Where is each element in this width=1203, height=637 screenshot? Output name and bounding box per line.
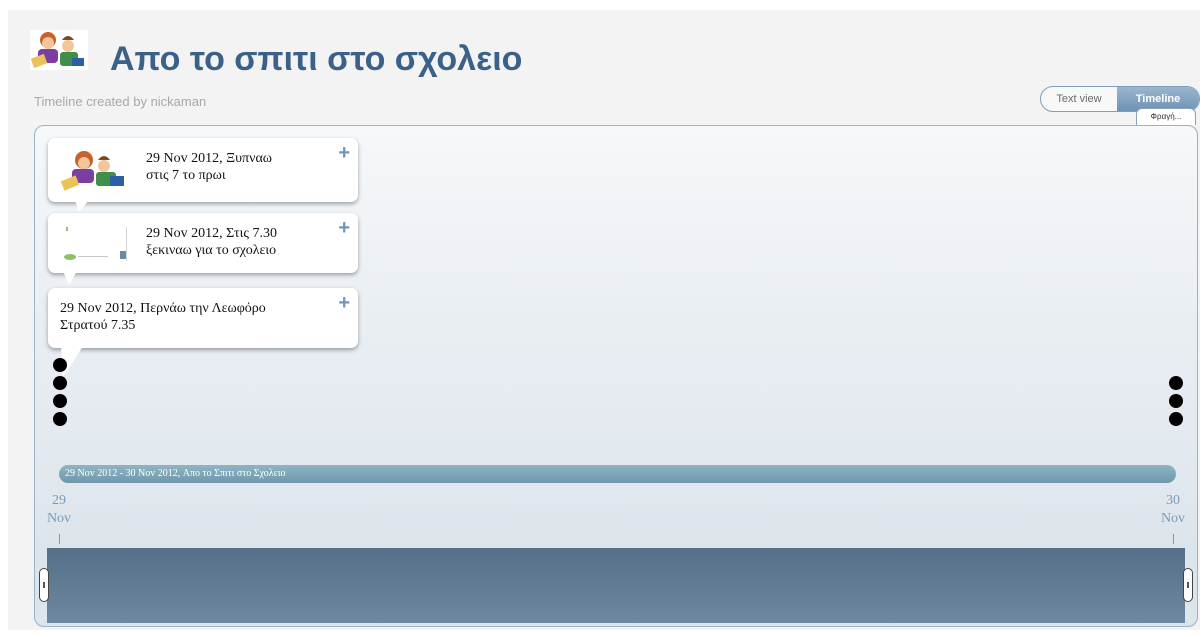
axis-end-month: Nov bbox=[1160, 511, 1186, 526]
text-view-button[interactable]: Text view bbox=[1041, 87, 1117, 111]
expand-plus-icon[interactable]: + bbox=[338, 143, 350, 163]
event-card[interactable]: 29 Nov 2012, Ξυπναω στις 7 το πρωι + bbox=[48, 138, 358, 202]
page-subtitle: Timeline created by nickaman bbox=[34, 94, 207, 109]
event-marker-dot[interactable] bbox=[53, 394, 67, 408]
event-title-line2: στις 7 το πρωι bbox=[146, 168, 226, 183]
expand-plus-icon[interactable]: + bbox=[338, 218, 350, 238]
event-marker-dot[interactable] bbox=[1169, 376, 1183, 390]
timeline-area[interactable]: 29 Nov 2012, Ξυπναω στις 7 το πρωι + 29 … bbox=[34, 125, 1198, 627]
card-pointer bbox=[63, 271, 77, 285]
timeline-logo-icon bbox=[28, 26, 90, 74]
event-marker-dot[interactable] bbox=[1169, 412, 1183, 426]
event-title-line2: ξεκιναω για το σχολειο bbox=[146, 243, 277, 258]
event-date: 29 Nov 2012, bbox=[60, 301, 137, 316]
search-tab[interactable]: Φραγή... bbox=[1136, 108, 1196, 125]
event-title: Στις 7.30 bbox=[226, 226, 277, 241]
event-marker-dot[interactable] bbox=[1169, 394, 1183, 408]
era-bar[interactable]: 29 Nov 2012 - 30 Nov 2012, Απο το Σπιτι … bbox=[59, 465, 1176, 483]
event-marker-dot[interactable] bbox=[53, 376, 67, 390]
axis-end-label: 30 Nov bbox=[1153, 492, 1193, 528]
event-marker-dot[interactable] bbox=[53, 358, 67, 372]
overview-band[interactable] bbox=[47, 548, 1185, 623]
event-marker-dot[interactable] bbox=[53, 412, 67, 426]
axis-end-day: 30 bbox=[1166, 493, 1180, 508]
cartoon-kids-icon bbox=[58, 146, 128, 194]
card-pointer bbox=[75, 200, 89, 212]
event-title: Περνάω την Λεωφόρο bbox=[140, 301, 266, 316]
event-card[interactable]: 29 Nov 2012, Στις 7.30 ξεκιναω για το σχ… bbox=[48, 213, 358, 273]
event-date: 29 Nov 2012, bbox=[146, 226, 223, 241]
axis-end-tick bbox=[1173, 534, 1174, 544]
screenshot-thumbnail-icon bbox=[58, 221, 132, 265]
axis-start-day: 29 bbox=[52, 493, 66, 508]
overview-left-handle[interactable] bbox=[39, 568, 49, 602]
event-title-line2: Στρατού 7.35 bbox=[60, 318, 136, 333]
expand-plus-icon[interactable]: + bbox=[338, 293, 350, 313]
page-title: Απο το σπιτι στο σχολειο bbox=[110, 40, 523, 78]
overview-right-handle[interactable] bbox=[1183, 568, 1193, 602]
axis-start-tick bbox=[59, 534, 60, 544]
axis-start-month: Nov bbox=[46, 511, 72, 526]
event-title: Ξυπναω bbox=[226, 151, 273, 166]
event-card[interactable]: 29 Nov 2012, Περνάω την Λεωφόρο Στρατού … bbox=[48, 288, 358, 348]
axis-start-label: 29 Nov bbox=[39, 492, 79, 528]
event-date: 29 Nov 2012, bbox=[146, 151, 223, 166]
